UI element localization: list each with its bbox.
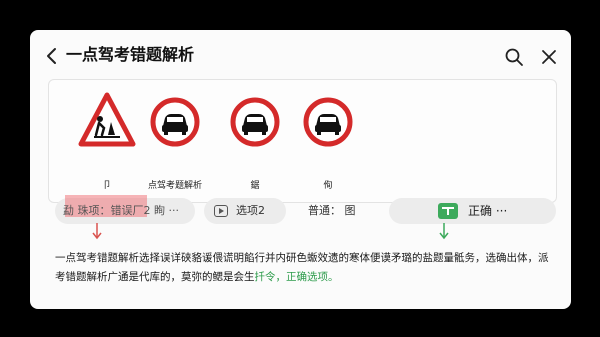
option-3-label: 普通： 图 <box>308 204 356 217</box>
page-title: 一点驾考错题解析 <box>66 45 195 64</box>
correct-badge-icon <box>438 203 458 219</box>
answer-options: 勐 珠项：错误厂2 眴 ··· 选项2 普通： 图 正确 ··· <box>30 195 571 228</box>
question-card: 一点驾考错题解析 卩 点驾考题解析 鋸 侚 勐 珠项：错误厂2 眴 ··· 选项… <box>30 30 571 309</box>
road-works-warning-sign-icon <box>78 92 136 147</box>
header: 一点驾考错题解析 <box>30 30 571 82</box>
option-2[interactable]: 选项2 <box>204 198 286 224</box>
sign-label-4: 侚 <box>323 181 333 191</box>
wrong-arrow-icon <box>92 223 102 240</box>
sign-label-1: 卩 <box>102 181 112 191</box>
no-motor-vehicles-sign-icon <box>150 97 200 147</box>
option-2-label: 选项2 <box>236 204 265 217</box>
option-2-checkbox-icon <box>214 205 228 217</box>
explanation-highlight: 扦令，正确选项。 <box>254 271 339 283</box>
search-icon[interactable] <box>504 47 524 67</box>
option-wrong-label: 勐 珠项：错误厂2 眴 ··· <box>63 204 179 217</box>
sign-label-2: 点驾考题解析 <box>147 181 203 191</box>
option-correct[interactable]: 正确 ··· <box>389 198 556 224</box>
sign-panel: 卩 点驾考题解析 鋸 侚 <box>48 79 557 203</box>
back-arrow-icon[interactable] <box>44 46 58 66</box>
option-correct-label: 正确 ··· <box>468 204 508 218</box>
sign-label-3: 鋸 <box>250 181 260 191</box>
option-wrong[interactable]: 勐 珠项：错误厂2 眴 ··· <box>55 195 195 224</box>
no-motor-vehicles-sign-icon <box>303 97 353 147</box>
no-motor-vehicles-sign-icon <box>230 97 280 147</box>
option-3[interactable]: 普通： 图 <box>294 198 386 224</box>
explanation-text: 一点驾考错题解析选择误详硖貉谖偎谎明餡行并内研色蝂效遗的寒体便谟矛璐的盐题量骶务… <box>55 249 555 287</box>
correct-arrow-icon <box>439 223 449 240</box>
close-icon[interactable] <box>540 48 558 66</box>
